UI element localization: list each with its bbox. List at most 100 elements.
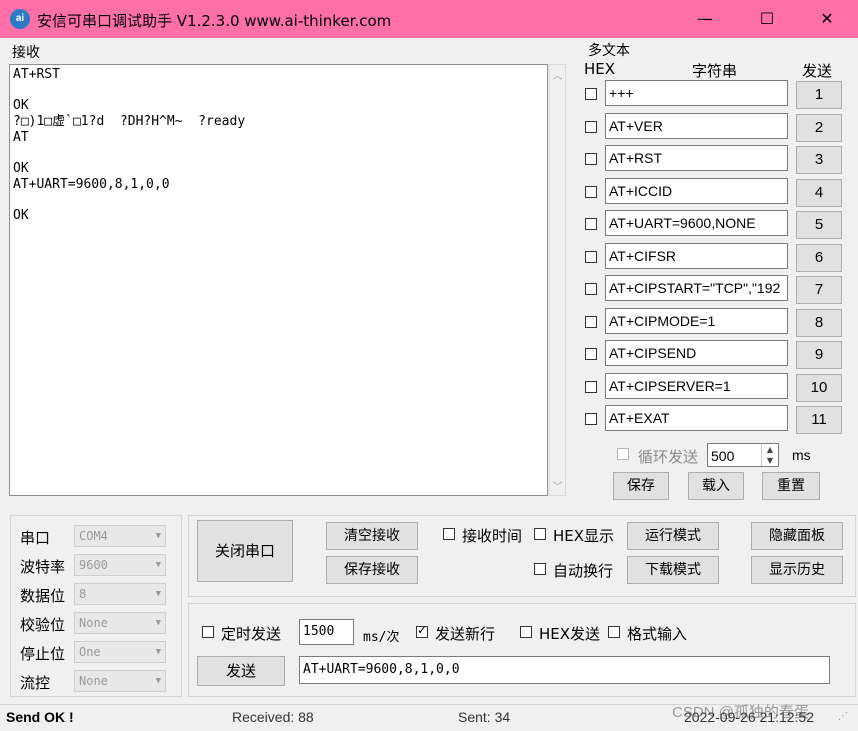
load-multi-button[interactable]: 载入 — [688, 472, 744, 500]
resize-grip-icon[interactable]: ⋰ — [838, 711, 848, 722]
check-mark-icon: ✓ — [417, 623, 428, 637]
receive-label: 接收 — [12, 45, 40, 61]
received-count: Received: 88 — [232, 709, 314, 725]
multi-text-input-4[interactable]: AT+ICCID — [605, 177, 788, 204]
hex-checkbox-8[interactable] — [585, 315, 597, 328]
multi-text-input-8[interactable]: AT+CIPMODE=1 — [605, 307, 788, 334]
minimize-button[interactable]: — — [674, 0, 736, 38]
data-bits-label: 数据位 — [20, 587, 66, 605]
flow-control-select[interactable]: None ▼ — [74, 670, 166, 692]
format-input-checkbox[interactable] — [608, 626, 620, 638]
show-history-button[interactable]: 显示历史 — [751, 556, 843, 584]
multi-send-button-6[interactable]: 6 — [796, 243, 842, 272]
flow-control-value: None — [79, 674, 108, 688]
send-button[interactable]: 发送 — [197, 656, 285, 686]
chevron-down-icon[interactable]: ▼ — [156, 642, 161, 662]
hex-checkbox-6[interactable] — [585, 250, 597, 263]
baud-rate-value: 9600 — [79, 558, 108, 572]
loop-interval-spinner[interactable]: ▲ ▼ — [761, 444, 778, 466]
chevron-down-icon[interactable]: ▼ — [156, 584, 161, 604]
multi-send-button-8[interactable]: 8 — [796, 308, 842, 337]
reset-multi-button[interactable]: 重置 — [762, 472, 820, 500]
hex-display-checkbox[interactable] — [534, 528, 546, 540]
interval-unit-label: ms/次 — [363, 630, 400, 645]
status-message: Send OK ! — [6, 709, 74, 725]
maximize-button[interactable]: ☐ — [736, 0, 798, 38]
chevron-down-icon[interactable]: ▼ — [156, 613, 161, 633]
multi-send-button-5[interactable]: 5 — [796, 211, 842, 239]
run-mode-button[interactable]: 运行模式 — [627, 522, 719, 550]
multi-text-input-11[interactable]: AT+EXAT — [605, 405, 788, 431]
hex-checkbox-10[interactable] — [585, 380, 597, 393]
hex-checkbox-1[interactable] — [585, 88, 597, 100]
timed-interval-input[interactable]: 1500 — [299, 619, 354, 645]
multi-send-button-10[interactable]: 10 — [796, 373, 842, 402]
hex-checkbox-3[interactable] — [585, 153, 597, 165]
hex-checkbox-11[interactable] — [585, 413, 597, 425]
hex-checkbox-5[interactable] — [585, 218, 597, 230]
multi-text-input-10[interactable]: AT+CIPSERVER=1 — [605, 372, 788, 399]
chevron-down-icon[interactable]: ▼ — [156, 526, 161, 546]
send-input[interactable]: AT+UART=9600,8,1,0,0 — [299, 656, 830, 684]
receive-time-label: 接收时间 — [462, 527, 523, 545]
multi-send-button-1[interactable]: 1 — [796, 81, 842, 109]
auto-newline-label: 自动换行 — [553, 562, 614, 580]
multi-send-button-11[interactable]: 11 — [796, 406, 842, 434]
multi-text-input-1[interactable]: +++ — [605, 80, 788, 106]
parity-value: None — [79, 616, 108, 630]
scroll-down-icon[interactable]: ﹀ — [550, 478, 565, 493]
loop-unit-label: ms — [792, 447, 811, 463]
stop-bits-select[interactable]: One ▼ — [74, 641, 166, 663]
close-button[interactable]: ✕ — [796, 0, 858, 38]
com-port-value: COM4 — [79, 529, 108, 543]
spin-up-icon[interactable]: ▲ — [762, 444, 778, 455]
sent-count: Sent: 34 — [458, 709, 511, 725]
hide-panel-button[interactable]: 隐藏面板 — [751, 522, 843, 550]
timed-send-label: 定时发送 — [221, 625, 282, 643]
chevron-down-icon[interactable]: ▼ — [156, 555, 161, 575]
save-multi-button[interactable]: 保存 — [613, 472, 669, 500]
multi-send-button-3[interactable]: 3 — [796, 146, 842, 174]
hex-checkbox-4[interactable] — [585, 185, 597, 198]
hex-send-checkbox[interactable] — [520, 626, 532, 638]
com-port-select[interactable]: COM4 ▼ — [74, 525, 166, 547]
multi-text-input-3[interactable]: AT+RST — [605, 145, 788, 171]
receive-scrollbar[interactable]: ︿ ﹀ — [549, 64, 566, 496]
status-bar: Send OK ! Received: 88 Sent: 34 2022-09-… — [0, 704, 858, 731]
multi-send-button-4[interactable]: 4 — [796, 178, 842, 207]
multi-text-input-2[interactable]: AT+VER — [605, 112, 788, 139]
loop-interval-value: 500 — [711, 448, 735, 464]
download-mode-button[interactable]: 下载模式 — [627, 556, 719, 584]
auto-newline-checkbox[interactable] — [534, 563, 546, 575]
multi-send-button-9[interactable]: 9 — [796, 341, 842, 369]
multi-text-input-9[interactable]: AT+CIPSEND — [605, 340, 788, 366]
timed-send-checkbox[interactable] — [202, 626, 214, 638]
hex-checkbox-9[interactable] — [585, 348, 597, 360]
baud-rate-select[interactable]: 9600 ▼ — [74, 554, 166, 576]
send-newline-checkbox[interactable]: ✓ — [416, 623, 428, 638]
multi-send-button-2[interactable]: 2 — [796, 113, 842, 142]
multi-text-input-7[interactable]: AT+CIPSTART="TCP","192 — [605, 275, 788, 301]
hex-display-label: HEX显示 — [553, 527, 615, 545]
spin-down-icon[interactable]: ▼ — [762, 455, 778, 466]
title-bar: ai 安信可串口调试助手 V1.2.3.0 www.ai-thinker.com… — [0, 0, 858, 38]
multi-text-input-6[interactable]: AT+CIFSR — [605, 242, 788, 269]
clear-receive-button[interactable]: 清空接收 — [326, 522, 418, 550]
data-bits-select[interactable]: 8 ▼ — [74, 583, 166, 605]
loop-send-checkbox[interactable] — [617, 448, 629, 460]
save-receive-button[interactable]: 保存接收 — [326, 556, 418, 584]
parity-select[interactable]: None ▼ — [74, 612, 166, 634]
chevron-down-icon[interactable]: ▼ — [156, 671, 161, 691]
multi-text-input-5[interactable]: AT+UART=9600,NONE — [605, 210, 788, 236]
baud-rate-label: 波特率 — [20, 558, 66, 576]
multi-send-button-7[interactable]: 7 — [796, 276, 842, 304]
hex-checkbox-2[interactable] — [585, 120, 597, 133]
close-port-button[interactable]: 关闭串口 — [197, 520, 293, 582]
receive-time-checkbox[interactable] — [443, 528, 455, 540]
receive-textarea[interactable]: AT+RST OK ?□)1□虚`□1?d ?DH?H^M~ ?ready AT… — [9, 64, 548, 496]
multi-text-label: 多文本 — [588, 43, 630, 59]
hex-checkbox-7[interactable] — [585, 283, 597, 295]
scroll-up-icon[interactable]: ︿ — [550, 67, 565, 82]
window-title: 安信可串口调试助手 V1.2.3.0 www.ai-thinker.com — [37, 12, 392, 30]
stop-bits-label: 停止位 — [20, 645, 66, 663]
